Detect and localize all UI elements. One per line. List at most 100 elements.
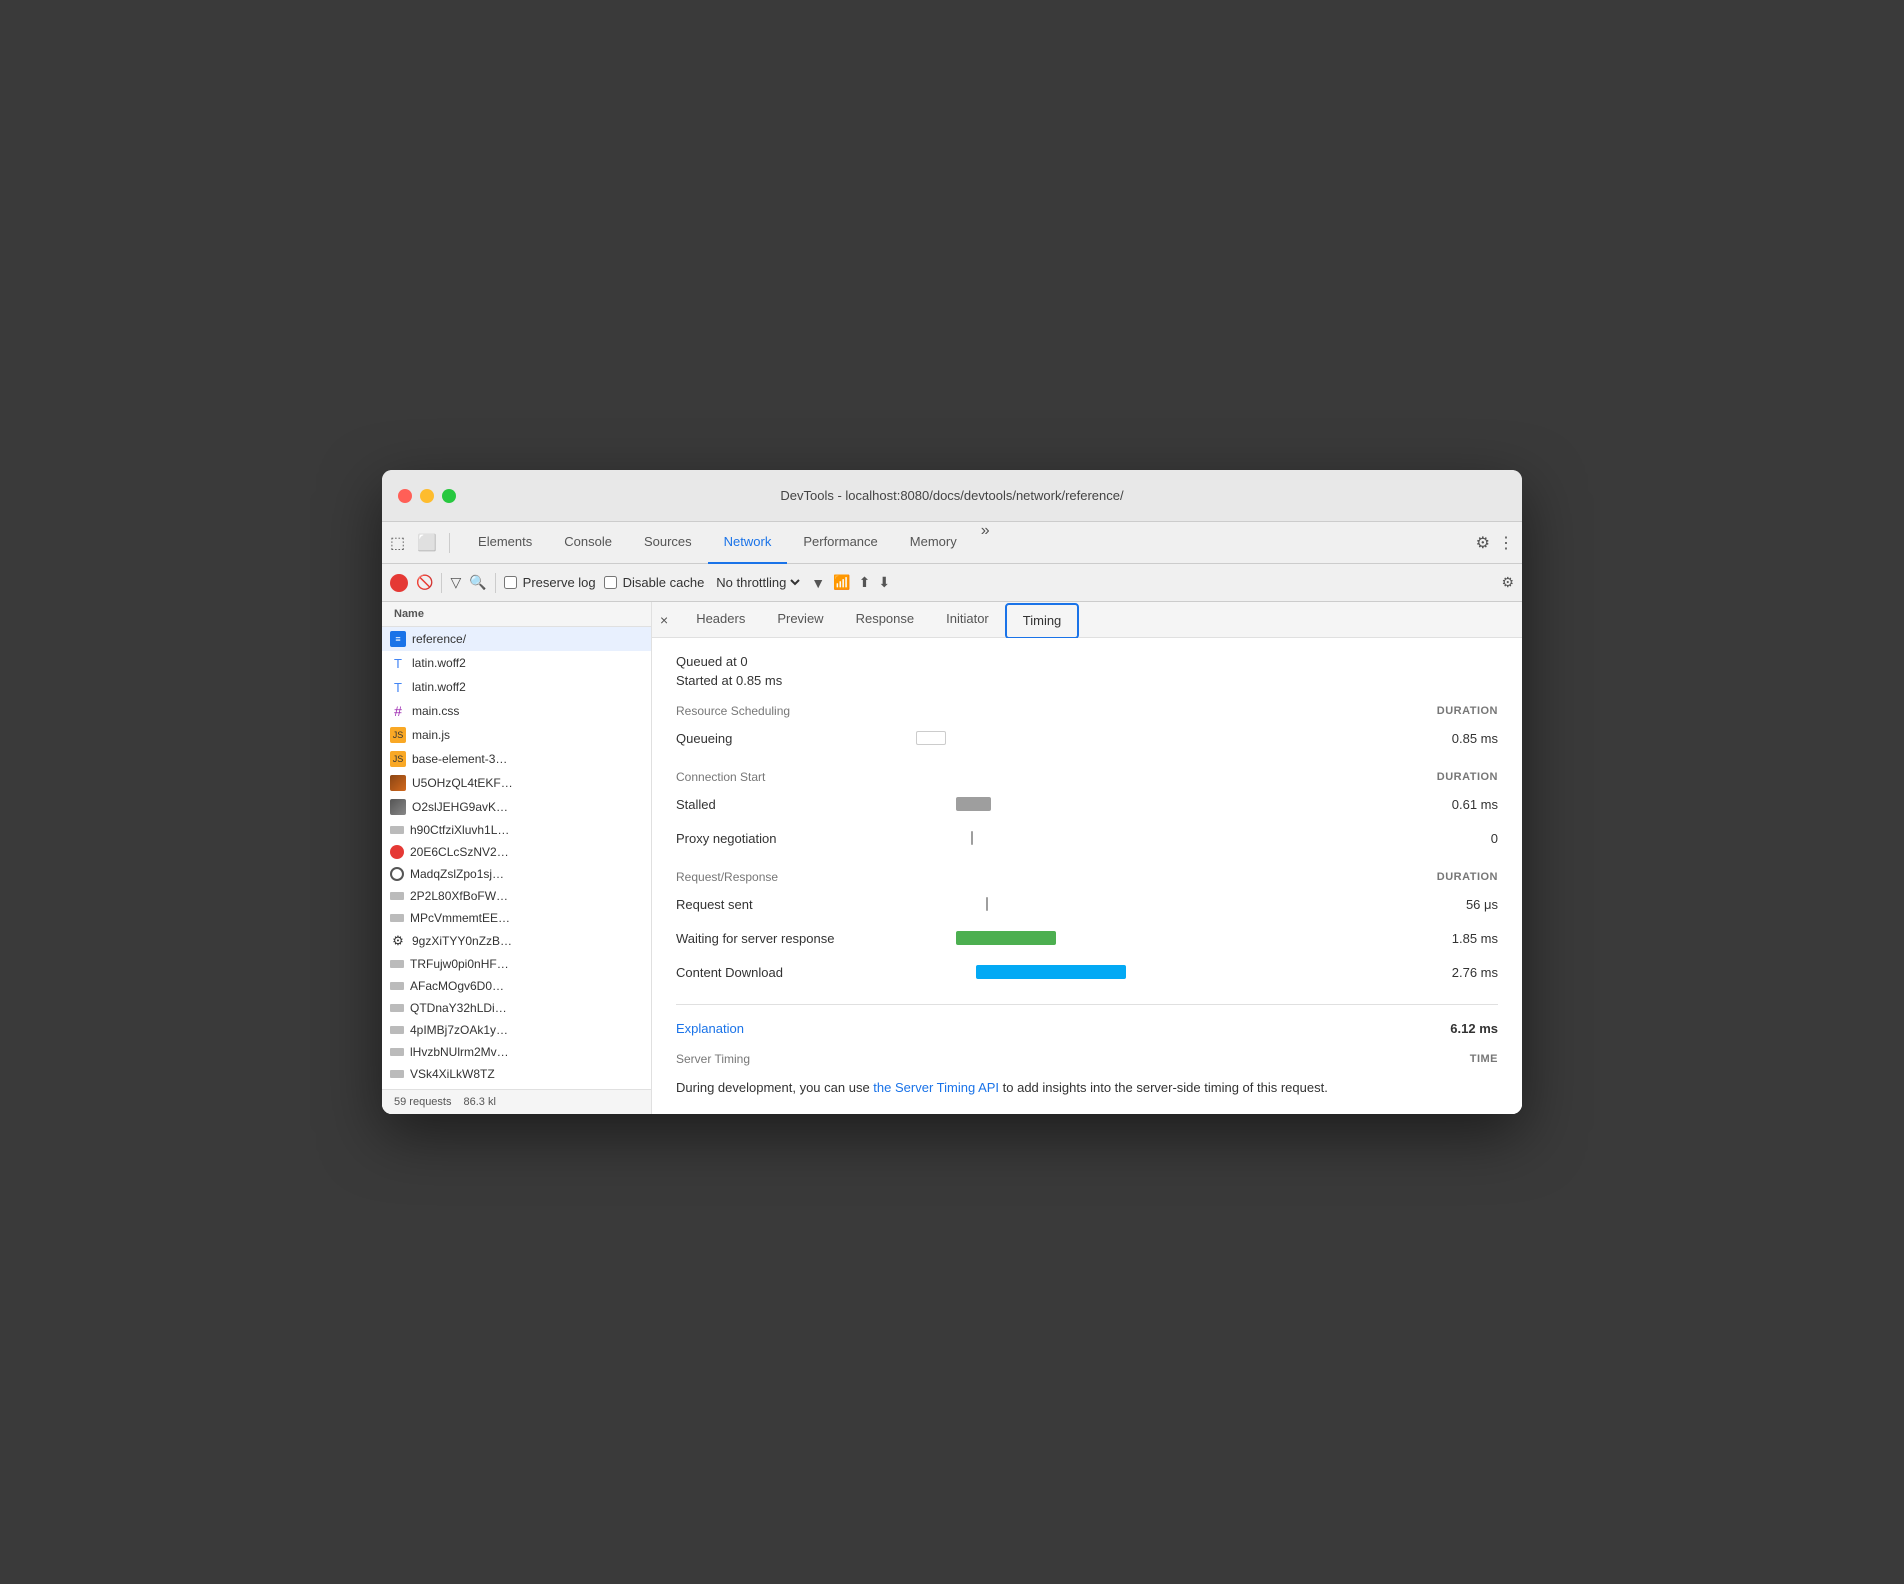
list-item[interactable]: ≡ reference/: [382, 627, 651, 651]
css-icon: #: [390, 703, 406, 719]
tab-network[interactable]: Network: [708, 522, 788, 564]
proxy-label: Proxy negotiation: [676, 831, 896, 846]
tab-memory[interactable]: Memory: [894, 522, 973, 564]
tab-response[interactable]: Response: [840, 602, 931, 638]
queueing-bar: [916, 731, 946, 745]
tab-headers[interactable]: Headers: [680, 602, 761, 638]
network-toolbar: 🚫 ▽ 🔍 Preserve log Disable cache No thro…: [382, 564, 1522, 602]
server-timing-api-link[interactable]: the Server Timing API: [873, 1080, 999, 1095]
window-controls: [398, 489, 456, 503]
list-item[interactable]: JS main.js: [382, 723, 651, 747]
throttle-dropdown-icon[interactable]: ▼: [811, 575, 825, 591]
tab-elements[interactable]: Elements: [462, 522, 548, 564]
request-sent-bar-container: [896, 897, 1196, 911]
queueing-bar-area: [896, 726, 1418, 750]
list-item[interactable]: AFacMOgv6D0…: [382, 975, 651, 997]
tab-console[interactable]: Console: [548, 522, 628, 564]
clear-icon[interactable]: 🚫: [416, 574, 433, 591]
record-button[interactable]: [390, 574, 408, 592]
list-item[interactable]: MPcVmmemtEE…: [382, 907, 651, 929]
list-item[interactable]: JS base-element-3…: [382, 747, 651, 771]
search-icon[interactable]: 🔍: [469, 574, 486, 591]
connection-start-header: Connection Start DURATION: [676, 770, 1498, 784]
upload-icon[interactable]: ⬆: [859, 574, 871, 591]
list-item[interactable]: lHvzbNUlrm2Mv…: [382, 1041, 651, 1063]
waiting-label: Waiting for server response: [676, 931, 896, 946]
server-timing-title: Server Timing: [676, 1052, 750, 1066]
stalled-bar-container: [896, 797, 1196, 811]
resource-scheduling-title: Resource Scheduling: [676, 704, 790, 718]
close-panel-button[interactable]: ×: [660, 612, 668, 628]
filter-icon[interactable]: ▽: [450, 574, 461, 591]
gray-icon: [390, 914, 404, 922]
tab-sources[interactable]: Sources: [628, 522, 708, 564]
request-sent-value: 56 μs: [1418, 897, 1498, 912]
preserve-log-input[interactable]: [504, 576, 517, 589]
request-sent-bar: [986, 897, 988, 911]
toolbar-divider-1: [441, 573, 442, 593]
main-content: Name ≡ reference/ T latin.woff2 T: [382, 602, 1522, 1114]
list-item[interactable]: 20E6CLcSzNV2…: [382, 841, 651, 863]
list-item[interactable]: MadqZslZpo1sj…: [382, 863, 651, 885]
resource-scheduling-section: Resource Scheduling DURATION Queueing: [676, 704, 1498, 750]
list-item[interactable]: T latin.woff2: [382, 675, 651, 699]
download-icon[interactable]: ⬇: [878, 574, 890, 591]
queueing-bar-container: [896, 731, 1196, 745]
timing-row-queueing: Queueing 0.85 ms: [676, 726, 1498, 750]
circle-icon: [390, 867, 404, 881]
sidebar-header: Name: [382, 602, 651, 627]
proxy-bar: [971, 831, 973, 845]
stalled-bar: [956, 797, 991, 811]
list-item[interactable]: h90CtfziXluvh1L…: [382, 819, 651, 841]
disable-cache-input[interactable]: [604, 576, 617, 589]
settings-icon[interactable]: ⚙: [1476, 533, 1490, 553]
device-icon[interactable]: ⬜: [417, 533, 437, 553]
list-item[interactable]: T latin.woff2: [382, 651, 651, 675]
img-icon: [390, 799, 406, 815]
list-item[interactable]: 2P2L80XfBoFW…: [382, 885, 651, 907]
wifi-icon[interactable]: 📶: [833, 574, 850, 591]
request-sent-label: Request sent: [676, 897, 896, 912]
timing-row-stalled: Stalled 0.61 ms: [676, 792, 1498, 816]
list-item[interactable]: VSk4XiLkW8TZ: [382, 1063, 651, 1085]
devtools-body: ⬚ ⬜ Elements Console Sources Network Per…: [382, 522, 1522, 1114]
minimize-button[interactable]: [420, 489, 434, 503]
tab-performance[interactable]: Performance: [787, 522, 893, 564]
panel-tabs: × Headers Preview Response Initiator Tim…: [652, 602, 1522, 638]
maximize-button[interactable]: [442, 489, 456, 503]
cursor-icon[interactable]: ⬚: [390, 533, 405, 553]
timing-row-proxy: Proxy negotiation 0: [676, 826, 1498, 850]
proxy-value: 0: [1418, 831, 1498, 846]
tab-preview[interactable]: Preview: [761, 602, 839, 638]
total-value: 6.12 ms: [1450, 1021, 1498, 1036]
network-settings-icon[interactable]: ⚙: [1501, 574, 1514, 591]
preserve-log-checkbox[interactable]: Preserve log: [504, 575, 596, 590]
list-item[interactable]: 4pIMBj7zOAk1y…: [382, 1019, 651, 1041]
gray-icon: [390, 1004, 404, 1012]
request-response-title: Request/Response: [676, 870, 778, 884]
font-icon: T: [390, 679, 406, 695]
request-count: 59 requests: [394, 1096, 451, 1108]
tab-timing[interactable]: Timing: [1005, 603, 1080, 639]
html-icon: ≡: [390, 631, 406, 647]
network-sidebar: Name ≡ reference/ T latin.woff2 T: [382, 602, 652, 1114]
img-icon: [390, 775, 406, 791]
explanation-link[interactable]: Explanation: [676, 1021, 744, 1036]
download-bar-container: [896, 965, 1196, 979]
gray-icon: [390, 960, 404, 968]
list-item[interactable]: ⚙ 9gzXiTYY0nZzB…: [382, 929, 651, 953]
list-item[interactable]: O2slJEHG9avK…: [382, 795, 651, 819]
close-button[interactable]: [398, 489, 412, 503]
tab-initiator[interactable]: Initiator: [930, 602, 1005, 638]
more-options-icon[interactable]: ⋮: [1498, 533, 1514, 553]
list-item[interactable]: U5OHzQL4tEKF…: [382, 771, 651, 795]
list-item[interactable]: # main.css: [382, 699, 651, 723]
top-nav: ⬚ ⬜ Elements Console Sources Network Per…: [382, 522, 1522, 564]
title-bar: DevTools - localhost:8080/docs/devtools/…: [382, 470, 1522, 522]
throttle-select[interactable]: No throttling: [712, 574, 803, 591]
server-timing-header: Server Timing TIME: [676, 1052, 1498, 1066]
more-tabs-button[interactable]: »: [973, 522, 998, 564]
disable-cache-checkbox[interactable]: Disable cache: [604, 575, 705, 590]
list-item[interactable]: QTDnaY32hLDi…: [382, 997, 651, 1019]
list-item[interactable]: TRFujw0pi0nHF…: [382, 953, 651, 975]
